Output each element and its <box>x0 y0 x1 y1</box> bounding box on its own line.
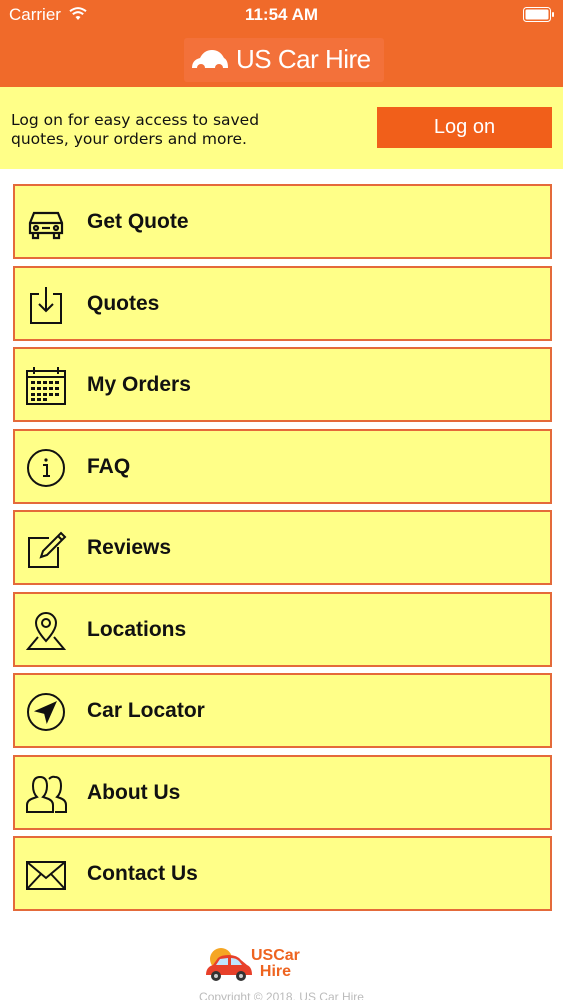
menu-item-label: Quotes <box>87 291 160 315</box>
navigation-icon <box>27 693 65 731</box>
app-title: US Car Hire <box>236 44 371 74</box>
menu-item-label: About Us <box>87 780 181 804</box>
menu-item-label: Reviews <box>87 536 172 559</box>
footer-logo-text: USCar Hire <box>251 948 300 980</box>
logo-line-2: Hire <box>259 963 292 980</box>
edit-icon <box>28 531 67 568</box>
login-banner: Log on for easy access to saved quotes, … <box>0 87 563 169</box>
logo-line-1: USCar <box>251 947 300 964</box>
menu-item-faq[interactable]: FAQ <box>13 428 552 504</box>
app-header: Carrier 11:54 AM US Car Hire <box>0 0 563 87</box>
info-icon <box>27 448 65 487</box>
menu-item-label: Car Locator <box>87 699 205 722</box>
menu-item-label: Contact Us <box>87 862 198 885</box>
status-bar: Carrier 11:54 AM <box>0 0 563 30</box>
menu-item-label: Get Quote <box>87 210 189 233</box>
people-icon <box>26 775 67 813</box>
login-message: Log on for easy access to saved quotes, … <box>11 111 260 148</box>
copyright-text: Copyright © 2018, US Car Hire <box>199 990 364 1000</box>
menu-item-my-orders[interactable]: My Orders <box>13 347 552 422</box>
app-logo: US Car Hire <box>184 38 384 82</box>
menu-item-get-quote[interactable]: Get Quote <box>13 184 552 259</box>
menu-item-car-locator[interactable]: Car Locator <box>13 673 552 748</box>
envelope-icon <box>26 861 66 890</box>
menu-item-reviews[interactable]: Reviews <box>13 510 552 585</box>
map-pin-icon <box>25 611 67 650</box>
battery-icon <box>523 7 554 22</box>
download-icon <box>30 286 62 324</box>
menu-item-about-us[interactable]: About Us <box>13 754 552 830</box>
menu-item-quotes[interactable]: Quotes <box>13 265 552 341</box>
menu-item-label: Locations <box>87 617 187 641</box>
calendar-icon <box>26 367 66 405</box>
car-logo-icon <box>206 948 252 981</box>
menu-item-label: FAQ <box>87 454 131 478</box>
footer-logo: USCar Hire <box>203 945 313 987</box>
car-icon <box>28 211 64 240</box>
car-logo-icon <box>192 50 228 72</box>
main-menu: Get Quote Quotes My Orders FAQ Reviews L… <box>13 184 552 918</box>
menu-item-contact-us[interactable]: Contact Us <box>13 836 552 911</box>
menu-item-label: My Orders <box>87 373 191 396</box>
log-on-button[interactable]: Log on <box>377 107 552 148</box>
clock: 11:54 AM <box>244 5 319 24</box>
menu-item-locations[interactable]: Locations <box>13 591 552 667</box>
